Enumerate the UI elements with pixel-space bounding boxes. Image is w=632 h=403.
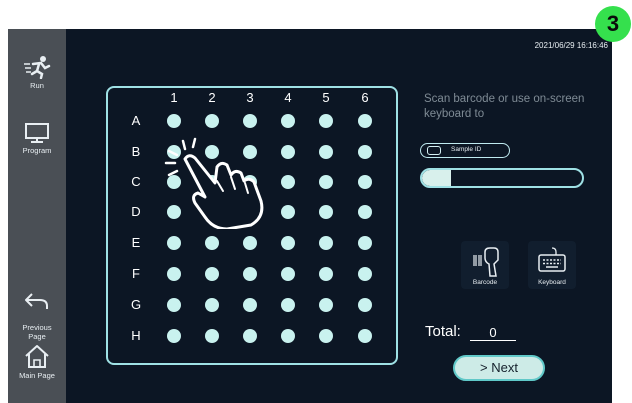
keyboard-icon bbox=[538, 247, 566, 272]
barcode-button[interactable]: Barcode bbox=[461, 241, 509, 289]
plate-well[interactable] bbox=[167, 145, 181, 159]
plate-well[interactable] bbox=[205, 175, 219, 189]
total-value: 0 bbox=[470, 325, 516, 341]
plate-well[interactable] bbox=[358, 205, 372, 219]
plate-well[interactable] bbox=[281, 205, 295, 219]
sidebar-item-label: Main Page bbox=[19, 371, 55, 380]
run-icon bbox=[24, 56, 51, 79]
plate-row-label: H bbox=[131, 328, 141, 343]
barcode-label: Barcode bbox=[472, 279, 498, 286]
plate-well[interactable] bbox=[205, 145, 219, 159]
back-arrow-icon bbox=[25, 293, 48, 309]
plate-well[interactable] bbox=[281, 329, 295, 343]
plate-well[interactable] bbox=[319, 145, 333, 159]
plate-well[interactable] bbox=[358, 329, 372, 343]
plate-well[interactable] bbox=[319, 205, 333, 219]
plate-well[interactable] bbox=[319, 298, 333, 312]
plate-well[interactable] bbox=[243, 267, 257, 281]
plate-well[interactable] bbox=[243, 298, 257, 312]
plate-well[interactable] bbox=[281, 145, 295, 159]
plate-column-label: 1 bbox=[170, 90, 178, 105]
plate-well[interactable] bbox=[243, 175, 257, 189]
plate-well[interactable] bbox=[281, 175, 295, 189]
plate-well[interactable] bbox=[167, 175, 181, 189]
timestamp: 2021/06/29 16:16:46 bbox=[534, 41, 608, 50]
keyboard-label: Keyboard bbox=[538, 279, 566, 286]
barcode-scanner-icon bbox=[473, 247, 499, 277]
plate-well[interactable] bbox=[243, 114, 257, 128]
plate-row-label: C bbox=[131, 174, 141, 189]
sidebar-item-label: Previous Page bbox=[22, 323, 52, 341]
plate-row-label: G bbox=[130, 297, 142, 312]
plate-well[interactable] bbox=[167, 205, 181, 219]
plate-well[interactable] bbox=[205, 298, 219, 312]
plate-well[interactable] bbox=[205, 205, 219, 219]
plate-row-label: B bbox=[131, 144, 141, 159]
plate-well[interactable] bbox=[243, 205, 257, 219]
plate-well[interactable] bbox=[205, 114, 219, 128]
sidebar-item-label: Run bbox=[30, 81, 44, 90]
plate-well[interactable] bbox=[281, 267, 295, 281]
step-badge: 3 bbox=[595, 6, 631, 42]
sidebar: Run Program Previous Page Main Page bbox=[8, 29, 66, 403]
plate-well[interactable] bbox=[205, 329, 219, 343]
sample-id-label: Sample ID bbox=[451, 146, 482, 153]
sidebar-item-main-page[interactable]: Main Page bbox=[8, 343, 66, 380]
plate-row-label: D bbox=[131, 204, 141, 219]
plate-well[interactable] bbox=[319, 114, 333, 128]
plate-well[interactable] bbox=[358, 298, 372, 312]
plate-row-label: F bbox=[132, 266, 140, 281]
plate-well[interactable] bbox=[358, 236, 372, 250]
sample-tube-icon bbox=[427, 146, 441, 155]
home-icon bbox=[25, 345, 49, 368]
plate-well[interactable] bbox=[281, 114, 295, 128]
sidebar-item-label: Program bbox=[22, 146, 52, 155]
plate-column-label: 4 bbox=[284, 90, 292, 105]
next-button[interactable]: > Next bbox=[453, 355, 545, 381]
plate-well[interactable] bbox=[243, 145, 257, 159]
plate-well[interactable] bbox=[167, 267, 181, 281]
well-plate bbox=[106, 86, 398, 365]
plate-well[interactable] bbox=[358, 145, 372, 159]
total-label: Total: bbox=[425, 323, 461, 340]
plate-row-label: E bbox=[131, 235, 141, 250]
screen: Run Program Previous Page Main Page 2021… bbox=[8, 29, 612, 403]
plate-well[interactable] bbox=[319, 236, 333, 250]
plate-column-label: 6 bbox=[361, 90, 369, 105]
plate-well[interactable] bbox=[319, 267, 333, 281]
sidebar-item-previous-page[interactable]: Previous Page bbox=[8, 281, 66, 341]
plate-well[interactable] bbox=[319, 175, 333, 189]
plate-well[interactable] bbox=[167, 114, 181, 128]
plate-well[interactable] bbox=[281, 236, 295, 250]
plate-well[interactable] bbox=[358, 175, 372, 189]
plate-well[interactable] bbox=[281, 298, 295, 312]
plate-column-label: 5 bbox=[322, 90, 330, 105]
plate-well[interactable] bbox=[358, 267, 372, 281]
sidebar-item-program[interactable]: Program bbox=[8, 122, 66, 155]
plate-row-label: A bbox=[131, 113, 141, 128]
plate-well[interactable] bbox=[243, 329, 257, 343]
instruction-text: Scan barcode or use on-screen keyboard t… bbox=[424, 93, 585, 120]
plate-column-label: 2 bbox=[208, 90, 216, 105]
plate-column-label: 3 bbox=[246, 90, 254, 105]
sidebar-item-run[interactable]: Run bbox=[8, 55, 66, 90]
plate-well[interactable] bbox=[358, 114, 372, 128]
scan-progress-fill bbox=[422, 170, 451, 186]
sample-id-field[interactable]: Sample ID bbox=[420, 143, 510, 158]
plate-well[interactable] bbox=[243, 236, 257, 250]
plate-well[interactable] bbox=[167, 298, 181, 312]
plate-well[interactable] bbox=[205, 267, 219, 281]
scan-progress-bar bbox=[420, 168, 584, 188]
plate-well[interactable] bbox=[205, 236, 219, 250]
plate-well[interactable] bbox=[167, 329, 181, 343]
monitor-icon bbox=[25, 123, 49, 143]
plate-well[interactable] bbox=[319, 329, 333, 343]
plate-well[interactable] bbox=[167, 236, 181, 250]
keyboard-button[interactable]: Keyboard bbox=[528, 241, 576, 289]
